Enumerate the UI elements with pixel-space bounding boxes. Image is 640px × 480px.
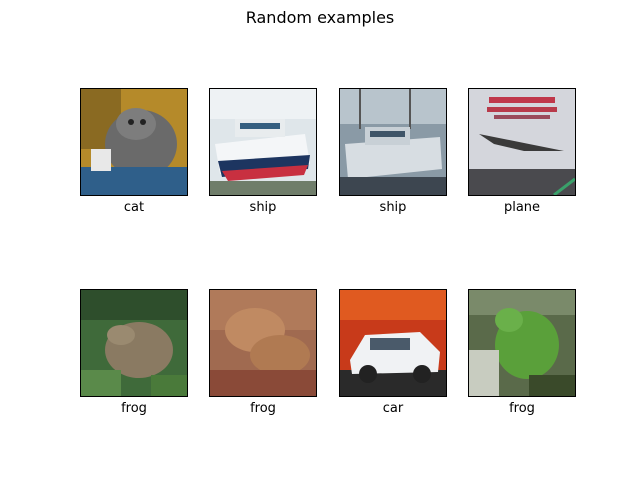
car-image <box>339 289 447 397</box>
example-cat-1: cat <box>80 88 188 215</box>
example-label: plane <box>503 200 541 215</box>
cat-image <box>80 88 188 196</box>
frog-image <box>80 289 188 397</box>
example-frog-2: frog <box>209 289 317 416</box>
example-label: frog <box>121 401 147 416</box>
example-frog-1: frog <box>80 289 188 416</box>
plane-image <box>468 88 576 196</box>
example-plane-1: plane <box>468 88 576 215</box>
ship-image <box>209 88 317 196</box>
example-label: cat <box>123 200 145 215</box>
example-ship-1: ship <box>209 88 317 215</box>
frog-image <box>209 289 317 397</box>
example-frog-3: frog <box>468 289 576 416</box>
figure-title: Random examples <box>245 8 395 27</box>
frog-image <box>468 289 576 397</box>
example-label: frog <box>250 401 276 416</box>
example-label: frog <box>509 401 535 416</box>
example-label: ship <box>379 200 407 215</box>
example-ship-2: ship <box>339 88 447 215</box>
ship-image <box>339 88 447 196</box>
example-car-1: car <box>339 289 447 416</box>
example-label: ship <box>249 200 277 215</box>
example-label: car <box>382 401 404 416</box>
